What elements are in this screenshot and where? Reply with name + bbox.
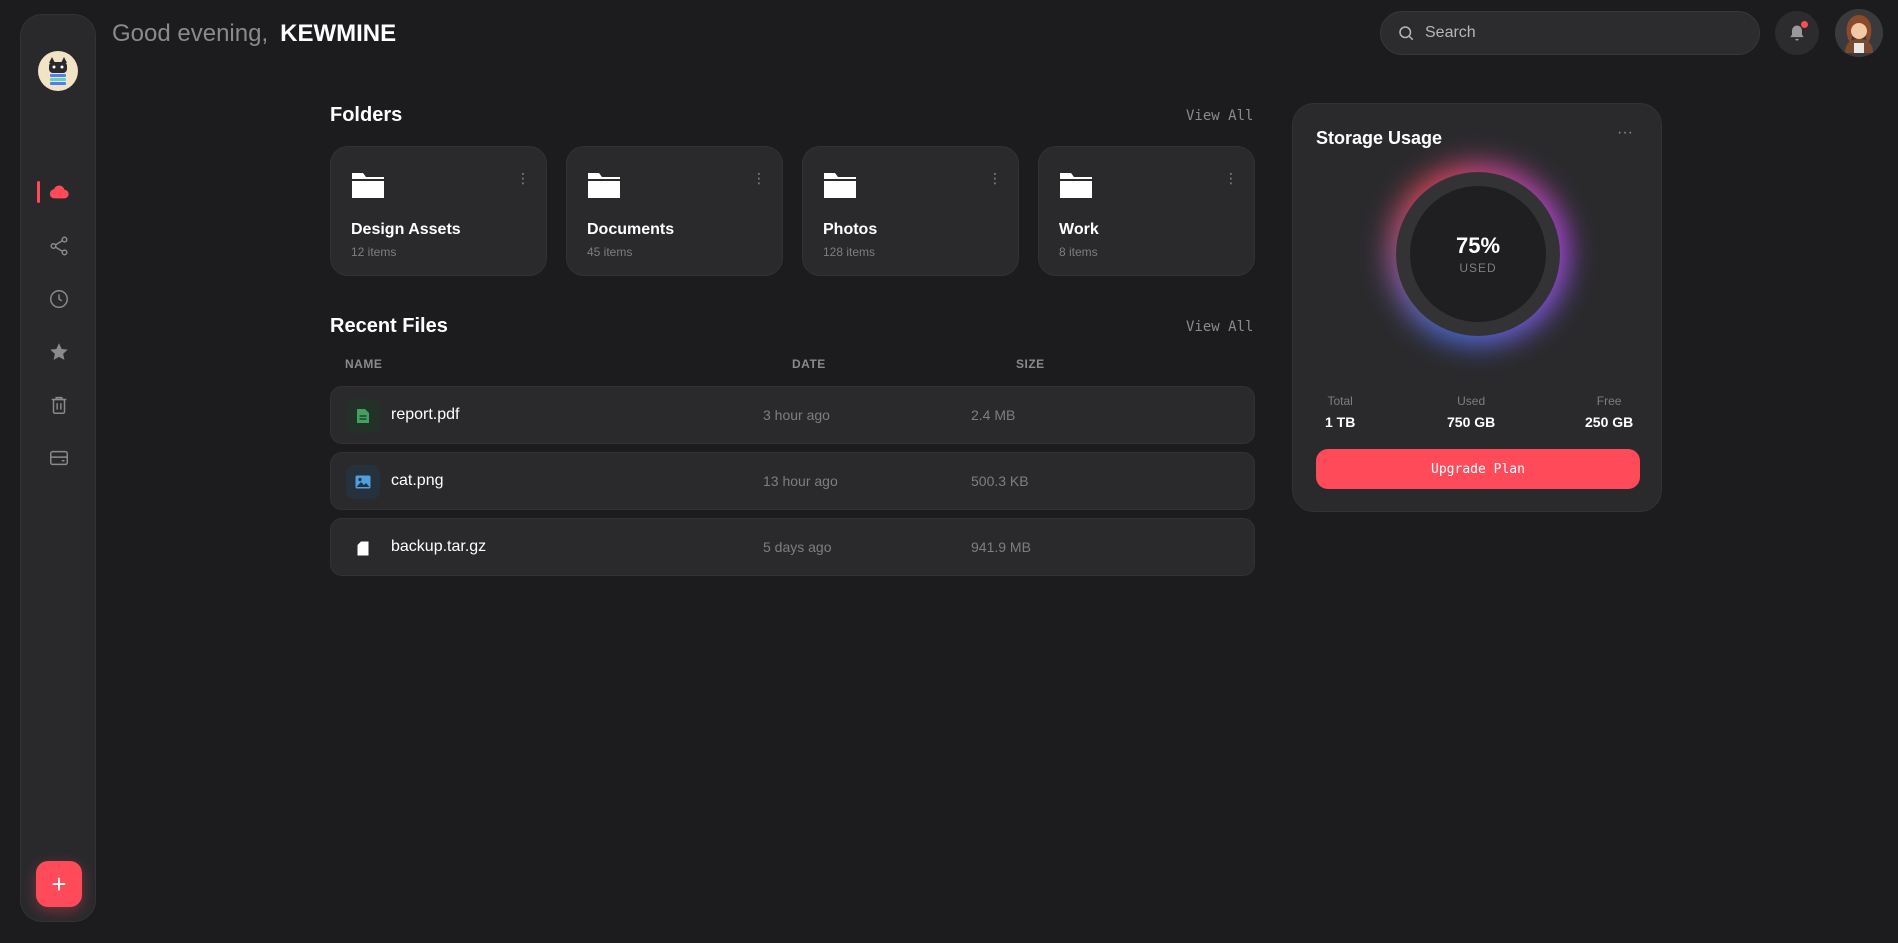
storage-percent-label: USED (1459, 261, 1497, 275)
sidebar-item-storage[interactable] (21, 438, 97, 478)
folder-count: 8 items (1059, 245, 1098, 259)
folder-icon (1060, 173, 1092, 198)
storage-title: Storage Usage (1316, 128, 1443, 148)
folder-icon (824, 173, 856, 198)
sidebar-item-recent[interactable] (21, 279, 97, 319)
folder-count: 12 items (351, 245, 397, 259)
gauge-center: 75% USED (1410, 186, 1546, 322)
storage-gauge: 75% USED (1378, 154, 1578, 354)
stat-value: 250 GB (1585, 414, 1634, 430)
file-name: cat.png (391, 472, 444, 489)
user-avatar[interactable] (1835, 9, 1883, 57)
folders-view-all-link[interactable]: View All (1186, 108, 1253, 124)
cat-logo-icon (49, 57, 67, 85)
folder-card[interactable]: ⋮ Design Assets 12 items (330, 146, 547, 276)
stat-free: Free 250 GB (1585, 394, 1633, 430)
storage-percent: 75% (1455, 233, 1501, 258)
file-size: 941.9 MB (971, 539, 1031, 555)
folder-count: 45 items (587, 245, 633, 259)
notification-dot (1801, 21, 1808, 28)
sidebar-item-cloud[interactable] (21, 172, 97, 212)
folder-menu-icon[interactable]: ⋮ (988, 171, 1002, 185)
folder-name: Work (1059, 221, 1099, 238)
folders-title: Folders (330, 104, 403, 126)
stat-value: 1 TB (1325, 414, 1356, 430)
add-button[interactable]: + (36, 861, 82, 907)
avatar-icon (1835, 9, 1883, 57)
sidebar: + (20, 14, 96, 922)
recent-view-all-link[interactable]: View All (1186, 319, 1253, 335)
recent-files-title: Recent Files (330, 315, 448, 337)
folder-card[interactable]: ⋮ Photos 128 items (802, 146, 1019, 276)
folder-menu-icon[interactable]: ⋮ (752, 171, 766, 185)
storage-usage-card: Storage Usage ··· 75% USED Total 1 TB Us… (1292, 103, 1662, 512)
file-date: 5 days ago (763, 539, 832, 555)
document-icon (346, 399, 380, 433)
star-icon (50, 343, 68, 360)
column-header-size[interactable]: SIZE (1016, 357, 1045, 371)
file-size: 500.3 KB (971, 473, 1029, 489)
file-row[interactable]: cat.png 13 hour ago 500.3 KB (330, 452, 1255, 510)
storage-icon (50, 450, 68, 466)
file-date: 13 hour ago (763, 473, 838, 489)
file-icon (346, 531, 380, 565)
column-header-name[interactable]: NAME (345, 357, 382, 371)
search-input[interactable] (1425, 24, 1743, 42)
file-size: 2.4 MB (971, 407, 1016, 423)
file-row[interactable]: backup.tar.gz 5 days ago 941.9 MB (330, 518, 1255, 576)
search-bar[interactable] (1380, 11, 1760, 55)
notifications-button[interactable] (1775, 11, 1819, 55)
image-icon (346, 465, 380, 499)
clock-icon (50, 290, 68, 308)
folder-name: Design Assets (351, 221, 461, 238)
sidebar-item-starred[interactable] (21, 332, 97, 372)
folder-menu-icon[interactable]: ⋮ (516, 171, 530, 185)
folder-card[interactable]: ⋮ Documents 45 items (566, 146, 783, 276)
folder-name: Documents (587, 221, 675, 238)
more-options-icon[interactable]: ··· (1617, 124, 1633, 142)
stat-value: 750 GB (1447, 414, 1496, 430)
stat-label: Used (1457, 394, 1486, 408)
share-icon (50, 236, 68, 256)
stat-used: Used 750 GB (1447, 394, 1495, 430)
upgrade-plan-button[interactable]: Upgrade Plan (1316, 449, 1640, 489)
sidebar-item-trash[interactable] (21, 385, 97, 425)
sidebar-item-share[interactable] (21, 226, 97, 266)
file-name: backup.tar.gz (391, 538, 487, 555)
app-logo[interactable] (38, 51, 78, 91)
file-row[interactable]: report.pdf 3 hour ago 2.4 MB (330, 386, 1255, 444)
folder-name: Photos (823, 221, 878, 238)
stat-label: Free (1596, 394, 1622, 408)
folder-menu-icon[interactable]: ⋮ (1224, 171, 1238, 185)
cloud-icon (49, 185, 69, 199)
stat-total: Total 1 TB (1325, 394, 1355, 430)
column-header-date[interactable]: DATE (792, 357, 826, 371)
greeting: Good evening, KEWMINE (112, 20, 396, 48)
stat-label: Total (1327, 394, 1353, 408)
folder-count: 128 items (823, 245, 876, 259)
trash-icon (51, 396, 67, 414)
file-name: report.pdf (391, 406, 460, 423)
folder-icon (588, 173, 620, 198)
folder-icon (352, 173, 384, 198)
greeting-text: Good evening, (112, 20, 269, 47)
file-date: 3 hour ago (763, 407, 830, 423)
username: KEWMINE (280, 20, 397, 47)
search-icon (1399, 26, 1414, 41)
folder-card[interactable]: ⋮ Work 8 items (1038, 146, 1255, 276)
